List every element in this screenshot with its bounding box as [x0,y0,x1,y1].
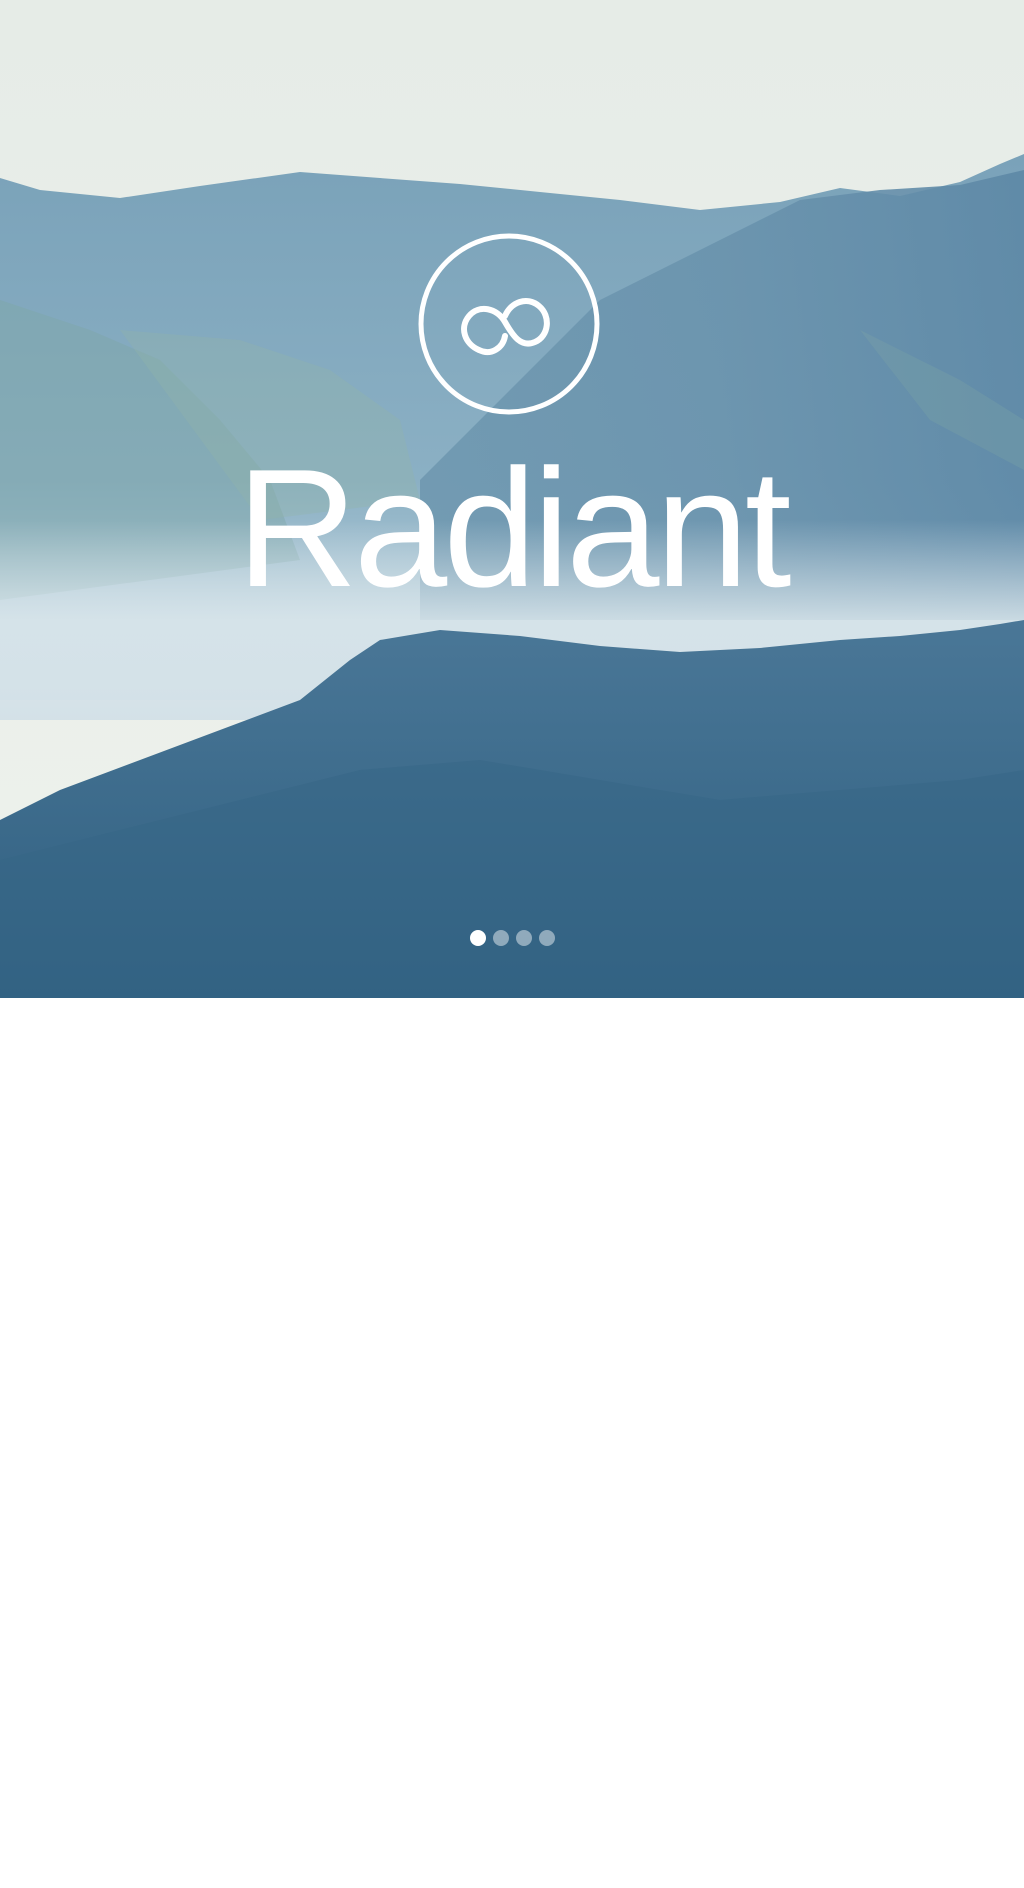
page-dot-3[interactable] [515,930,532,946]
page-dot-2[interactable] [492,930,509,946]
hero-banner[interactable]: Radiant [0,0,1024,1000]
content-area [0,1000,1024,1888]
app-name: Radiant [236,434,791,622]
onboarding-screen: Radiant [0,0,1024,1888]
infinity-loop-circle-icon [418,233,600,415]
page-indicator[interactable] [0,930,1024,948]
page-dot-4[interactable] [538,930,555,946]
page-dot-1[interactable] [469,930,486,946]
